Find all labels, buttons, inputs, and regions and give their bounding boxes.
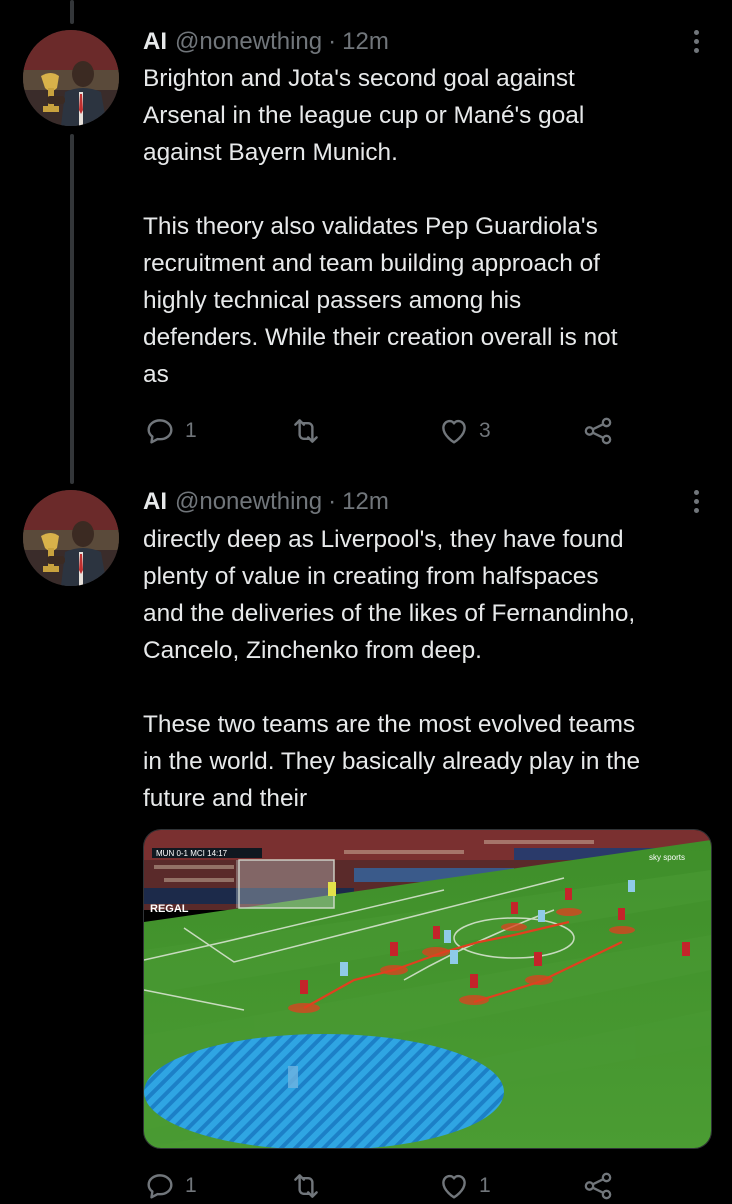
action-bar: 1 3 bbox=[143, 413, 623, 449]
share-icon bbox=[584, 417, 612, 445]
broadcaster-logo: sky sports bbox=[649, 853, 685, 862]
user-handle[interactable]: @nonewthing bbox=[175, 488, 322, 516]
tweet-text: Brighton and Jota's second goal against … bbox=[143, 65, 618, 388]
like-button[interactable]: 1 bbox=[437, 1168, 491, 1204]
reply-count: 1 bbox=[185, 1174, 197, 1197]
tweet-text: directly deep as Liverpool's, they have … bbox=[143, 526, 641, 812]
avatar[interactable] bbox=[23, 490, 119, 586]
share-button[interactable] bbox=[581, 1168, 615, 1204]
more-icon[interactable] bbox=[684, 28, 708, 56]
avatar[interactable] bbox=[23, 30, 119, 126]
like-button[interactable]: 3 bbox=[437, 413, 491, 449]
tweet-media-image[interactable]: MUN 0-1 MCI 14:17 REGAL sky sports bbox=[143, 829, 712, 1149]
ad-board-text: REGAL bbox=[150, 903, 189, 915]
tweet-header: AI @nonewthing · 12m bbox=[143, 484, 389, 520]
retweet-button[interactable] bbox=[289, 413, 331, 449]
like-icon bbox=[442, 1174, 466, 1199]
reply-icon bbox=[147, 1174, 173, 1199]
more-icon[interactable] bbox=[684, 488, 708, 516]
like-count: 3 bbox=[479, 419, 491, 442]
separator-dot: · bbox=[328, 488, 337, 515]
reply-button[interactable]: 1 bbox=[143, 413, 197, 449]
display-name[interactable]: AI bbox=[143, 488, 167, 516]
reply-button[interactable]: 1 bbox=[143, 1168, 197, 1204]
reply-count: 1 bbox=[185, 419, 197, 442]
scoreboard-text: MUN 0-1 MCI 14:17 bbox=[156, 849, 228, 858]
timestamp[interactable]: 12m bbox=[342, 488, 389, 516]
share-button[interactable] bbox=[581, 413, 615, 449]
share-icon bbox=[584, 1172, 612, 1200]
action-bar: 1 1 bbox=[143, 1168, 623, 1204]
like-icon bbox=[442, 419, 466, 444]
reply-icon bbox=[147, 419, 173, 444]
retweet-icon bbox=[294, 1174, 318, 1198]
retweet-button[interactable] bbox=[289, 1168, 331, 1204]
tweet-1[interactable]: AI @nonewthing · 12m Brighton and Jota's… bbox=[0, 0, 732, 470]
separator-dot: · bbox=[328, 28, 337, 55]
timestamp[interactable]: 12m bbox=[342, 28, 389, 56]
retweet-icon bbox=[294, 419, 318, 443]
tweet-header: AI @nonewthing · 12m bbox=[143, 24, 389, 60]
like-count: 1 bbox=[479, 1174, 491, 1197]
display-name[interactable]: AI bbox=[143, 28, 167, 56]
user-handle[interactable]: @nonewthing bbox=[175, 28, 322, 56]
